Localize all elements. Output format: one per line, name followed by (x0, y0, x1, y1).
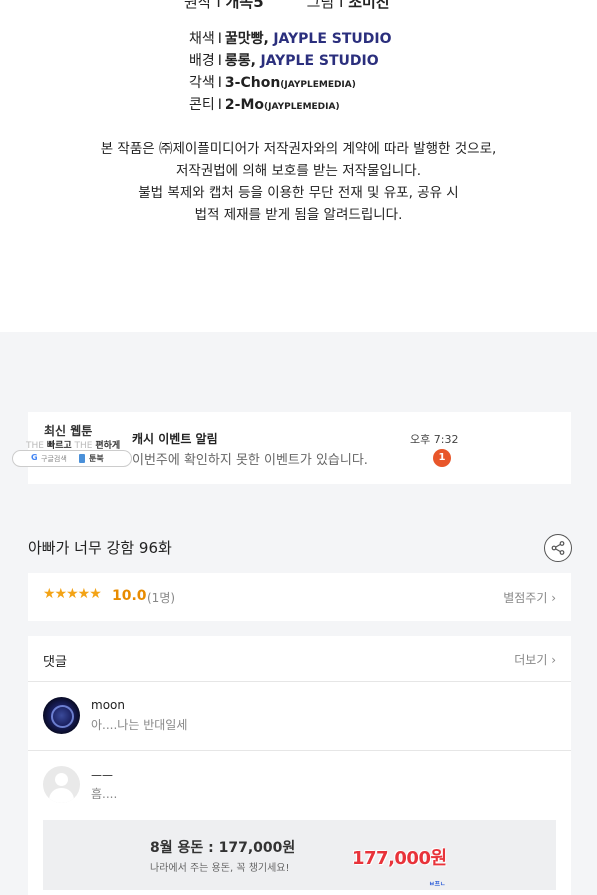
banner-title: 8월 용돈 : 177,000원 (150, 840, 296, 856)
credit-row-adaptation: 각색 I 3-Chon(JAYPLEMEDIA) (189, 75, 356, 91)
credit-row-coloring: 채색 I 꿀맛빵, JAYPLE STUDIO (189, 31, 392, 47)
credit-writer-art: 원작 I 개똑5 그림 I 조미진 (184, 0, 390, 12)
credit-row-storyboard: 콘티 I 2-Mo(JAYPLEMEDIA) (189, 97, 340, 113)
comment-text: 아....나는 반대일세 (91, 718, 188, 732)
ad-search-pill[interactable]: G 구글검색 툰북 (12, 450, 132, 467)
book-icon (79, 454, 85, 463)
comments-more-button[interactable]: 더보기 › (514, 651, 556, 668)
comments-title: 댓글 (43, 655, 67, 670)
banner-logo: ㅂ프ㄴ (429, 881, 446, 888)
comment-user: moon (91, 698, 125, 712)
default-avatar-icon (43, 766, 80, 803)
star-rating-icons: ★★★★★ (43, 586, 102, 602)
copyright-notice-line: 저작권법에 의해 보호를 받는 저작물입니다. (175, 163, 422, 179)
art-name: 조미진 (348, 0, 390, 11)
notification-time: 오후 7:32 (410, 433, 459, 446)
comment-item[interactable]: moon 아....나는 반대일세 (28, 682, 571, 751)
episode-title: 아빠가 너무 강함 96화 (28, 539, 172, 557)
banner-subtitle: 나라에서 주는 용돈, 꼭 챙기세요! (150, 863, 290, 874)
comment-item[interactable]: ㅡㅡ 흠.... (28, 751, 571, 820)
comments-header: 댓글 더보기 › (28, 636, 571, 682)
credit-row-background: 배경 I 롱롱, JAYPLE STUDIO (189, 53, 379, 69)
banner-amount: 177,000원 (352, 848, 447, 869)
rating-score: 10.0 (112, 588, 147, 604)
notification-badge: 1 (433, 449, 451, 467)
rating-count: (1명) (147, 591, 176, 605)
ad-title: 최신 웹툰 (44, 424, 93, 438)
writer-name: 개똑5 (225, 0, 264, 11)
comments-section: 댓글 더보기 › moon 아....나는 반대일세 ㅡㅡ 흠.... 8월 용… (28, 636, 571, 895)
google-icon: G (31, 453, 38, 462)
writer-label: 원작 (184, 0, 212, 11)
comment-text: 흠.... (91, 787, 118, 801)
avatar (43, 697, 80, 734)
give-rating-button[interactable]: 별점주기 › (503, 589, 556, 606)
event-notification[interactable]: 최신 웹툰 THE 빠르고 THE 편하게 G 구글검색 툰북 캐시 이벤트 알… (12, 412, 571, 484)
rating-card: ★★★★★ 10.0 (1명) 별점주기 › (28, 573, 571, 621)
comment-user: ㅡㅡ (91, 769, 114, 783)
copyright-notice-line: 본 작품은 ㈜제이플미디어가 저작권자와의 계약에 따라 발행한 것으로, (100, 141, 497, 157)
notification-title: 캐시 이벤트 알림 (132, 432, 218, 446)
credits-section: 원작 I 개똑5 그림 I 조미진 채색 I 꿀맛빵, JAYPLE STUDIO … (0, 0, 597, 332)
share-button[interactable] (544, 534, 572, 562)
share-icon (551, 541, 565, 555)
ad-banner[interactable]: 8월 용돈 : 177,000원 나라에서 주는 용돈, 꼭 챙기세요! 177… (43, 820, 556, 890)
copyright-notice-line: 불법 복제와 캡처 등을 이용한 무단 전재 및 유포, 공유 시 (138, 185, 459, 201)
copyright-notice-line: 법적 제재를 받게 됨을 알려드립니다. (194, 207, 403, 223)
art-label: 그림 (306, 0, 335, 11)
notification-message: 이번주에 확인하지 못한 이벤트가 있습니다. (132, 453, 368, 468)
